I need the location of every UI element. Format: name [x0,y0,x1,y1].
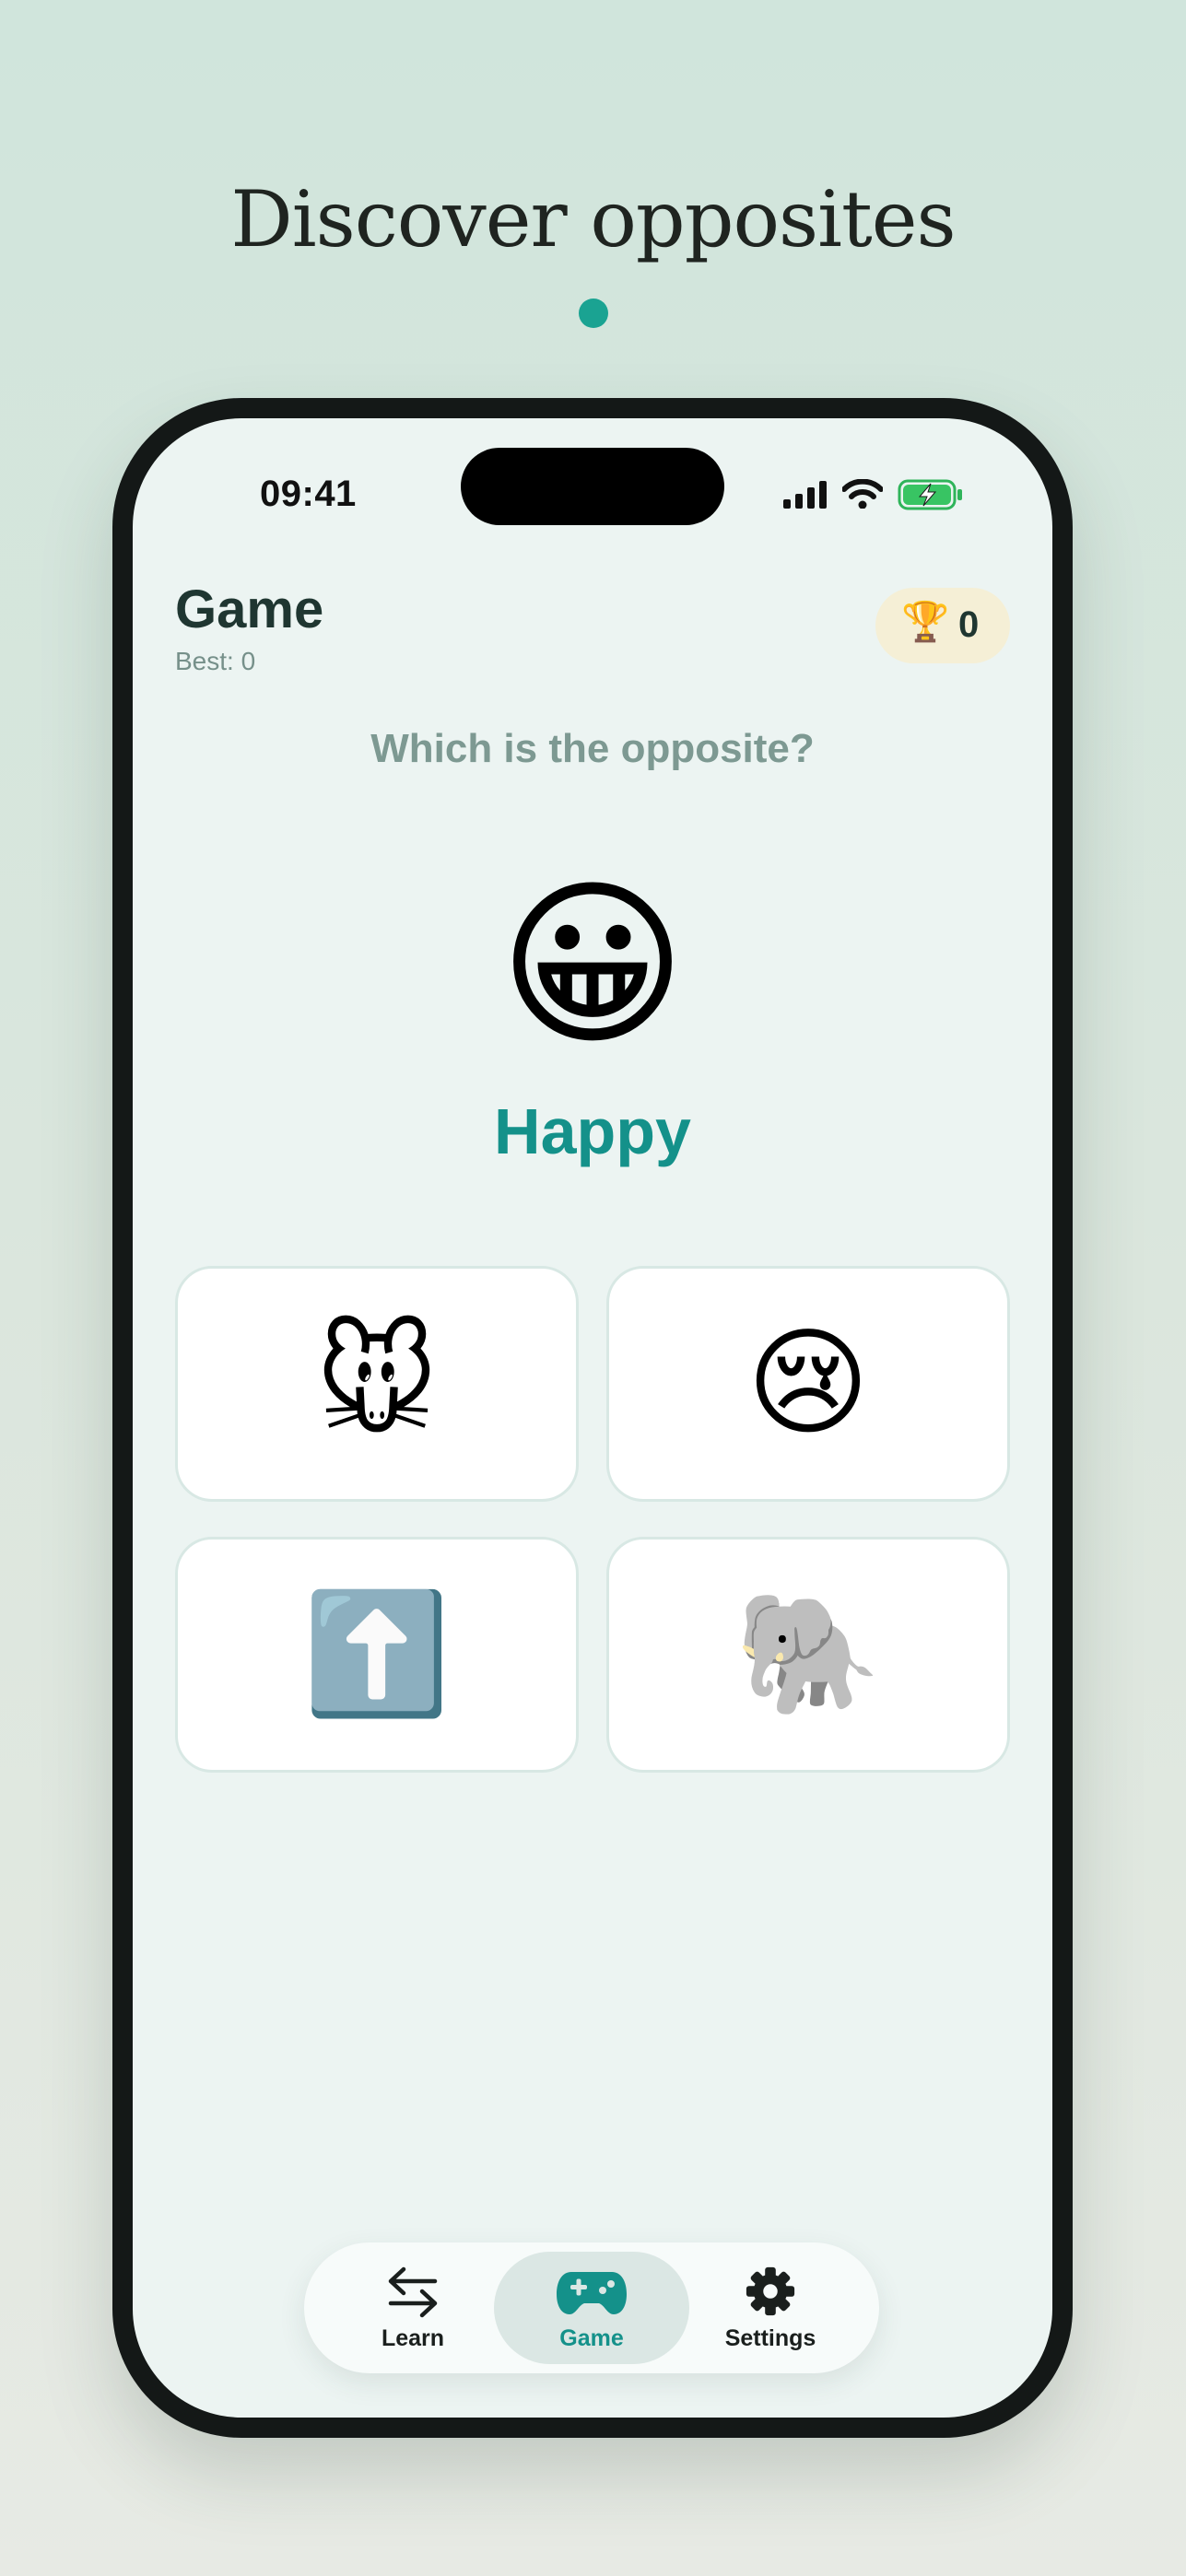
page-indicator-dot [579,299,608,328]
dynamic-island [461,448,724,525]
tab-game-label: Game [559,2325,624,2351]
arrows-left-right-icon [388,2266,438,2318]
tab-learn[interactable]: Learn [315,2252,511,2364]
trophy-icon: 🏆 [901,600,950,643]
question-emoji: 😀 [498,864,687,1066]
tab-game[interactable]: Game [494,2252,689,2364]
best-score-label: Best: 0 [175,647,256,675]
gear-icon [746,2266,795,2316]
battery-charging-icon [898,479,962,510]
status-time: 09:41 [260,474,357,514]
headline: Discover opposites [230,174,956,264]
answer-option-mouse[interactable]: 🐭 [175,1266,579,1502]
answer-option-elephant[interactable]: 🐘 [606,1537,1010,1773]
page-title: Game [175,580,324,639]
crying-face-emoji: 😢 [746,1317,870,1449]
tab-bar: Learn Game Settings [304,2242,879,2373]
tab-settings-label: Settings [724,2325,816,2351]
mouse-face-emoji: 🐭 [315,1317,439,1449]
cellular-signal-icon [783,481,827,509]
phone-frame: 09:41 Game Best: 0 🏆 0 Which is the oppo… [112,398,1073,2438]
game-controller-icon [557,2272,627,2314]
wifi-icon [842,479,883,509]
tab-settings[interactable]: Settings [673,2252,868,2364]
score-badge: 🏆 0 [875,588,1010,663]
answer-option-up-arrow[interactable]: ⬆️ [175,1537,579,1773]
question-word: Happy [494,1095,691,1167]
elephant-emoji: 🐘 [734,1588,882,1720]
tab-learn-label: Learn [381,2325,445,2351]
question-prompt: Which is the opposite? [370,726,815,771]
answer-option-crying-face[interactable]: 😢 [606,1266,1010,1502]
up-arrow-emoji: ⬆️ [303,1588,451,1720]
phone-screen: 09:41 Game Best: 0 🏆 0 Which is the oppo… [133,418,1052,2418]
score-value: 0 [958,604,980,645]
